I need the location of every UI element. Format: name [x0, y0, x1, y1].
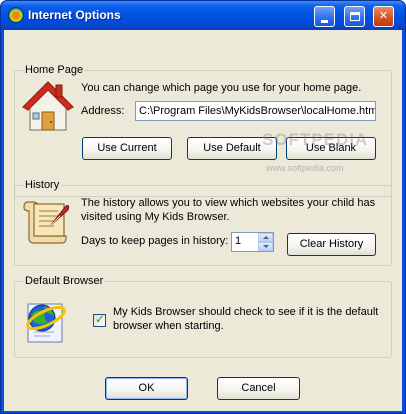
history-description-line1: The history allows you to view which web…	[81, 197, 376, 209]
house-icon	[22, 81, 74, 131]
days-spinner[interactable]: 1	[231, 232, 274, 252]
spinner-buttons	[258, 233, 273, 251]
watermark-url: www.softpedia.com	[266, 163, 344, 173]
days-to-keep-label: Days to keep pages in history:	[81, 235, 229, 247]
default-browser-check-line2: browser when starting.	[113, 320, 224, 332]
minimize-icon	[321, 20, 328, 23]
arrow-down-icon	[263, 245, 269, 248]
spin-down-button[interactable]	[258, 242, 273, 251]
days-value: 1	[235, 235, 242, 247]
watermark-text: SOFTPEDIA	[262, 130, 369, 149]
spin-up-button[interactable]	[258, 233, 273, 242]
default-browser-legend: Default Browser	[23, 275, 106, 287]
internet-options-window: Internet Options ✕ Home Page You can cha…	[0, 0, 406, 414]
history-description-line2: visited using My Kids Browser.	[81, 211, 230, 223]
dialog-body: Home Page You can change which page you …	[4, 30, 402, 411]
minimize-button[interactable]	[314, 6, 335, 27]
maximize-icon	[350, 12, 360, 21]
default-browser-check-line1: My Kids Browser should check to see if i…	[113, 306, 379, 318]
title-bar[interactable]: Internet Options ✕	[1, 1, 405, 30]
close-button[interactable]: ✕	[373, 6, 394, 27]
ok-button[interactable]: OK	[105, 377, 188, 400]
globe-icon	[8, 7, 24, 23]
scroll-quill-icon	[23, 201, 70, 244]
history-legend: History	[23, 179, 62, 191]
maximize-button[interactable]	[344, 6, 365, 27]
close-icon: ✕	[378, 10, 389, 22]
browser-globe-icon	[26, 303, 66, 343]
address-label: Address:	[81, 105, 125, 117]
clear-history-button[interactable]: Clear History	[287, 233, 376, 256]
window-title: Internet Options	[28, 8, 121, 22]
address-field[interactable]: C:\Program Files\MyKidsBrowser\localHome…	[135, 101, 376, 121]
cancel-button[interactable]: Cancel	[217, 377, 300, 400]
use-current-button[interactable]: Use Current	[82, 137, 172, 160]
checkmark-icon: ✓	[95, 312, 106, 326]
home-page-description: You can change which page you use for yo…	[81, 82, 362, 94]
home-page-legend: Home Page	[23, 64, 86, 76]
arrow-up-icon	[263, 236, 269, 239]
default-browser-checkbox[interactable]: ✓	[93, 312, 106, 327]
